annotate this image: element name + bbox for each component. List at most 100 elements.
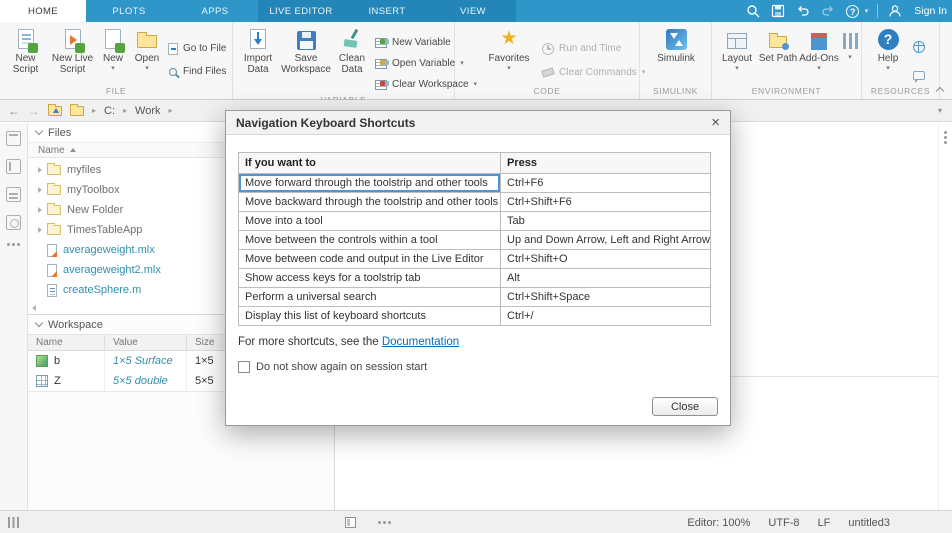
- breadcrumb-drive[interactable]: C:: [104, 105, 115, 117]
- plots-panel-icon[interactable]: [6, 215, 21, 230]
- request-support-button[interactable]: [910, 66, 928, 85]
- table-row[interactable]: Display this list of keyboard shortcuts …: [239, 307, 711, 326]
- favorites-button[interactable]: ★ Favorites ▾: [485, 25, 533, 72]
- go-to-file-button[interactable]: Go to File: [165, 39, 229, 58]
- new-live-script-button[interactable]: New Live Script: [48, 25, 97, 75]
- tab-view[interactable]: VIEW: [430, 0, 516, 22]
- script-file-icon: [47, 284, 57, 297]
- save-icon[interactable]: [770, 3, 786, 19]
- table-row[interactable]: Move into a tool Tab: [239, 212, 711, 231]
- back-button[interactable]: ←: [8, 100, 20, 122]
- shortcut-action[interactable]: Display this list of keyboard shortcuts: [239, 307, 501, 326]
- simulink-button[interactable]: Simulink: [652, 25, 700, 64]
- open-button[interactable]: Open ▾: [129, 25, 165, 72]
- more-status-icon[interactable]: [378, 521, 381, 524]
- table-row[interactable]: Move between code and output in the Live…: [239, 250, 711, 269]
- shortcut-action[interactable]: Show access keys for a toolstrip tab: [239, 269, 501, 288]
- table-row[interactable]: Move forward through the toolstrip and o…: [239, 174, 711, 193]
- community-button[interactable]: [910, 37, 928, 56]
- new-script-button[interactable]: New Script: [3, 25, 48, 75]
- table-row[interactable]: Show access keys for a toolstrip tab Alt: [239, 269, 711, 288]
- add-ons-button[interactable]: Add-Ons ▾: [799, 25, 839, 72]
- open-variable-icon: [375, 59, 387, 69]
- editor-zoom-level[interactable]: Editor: 100%: [687, 517, 750, 529]
- shortcut-action[interactable]: Move between code and output in the Live…: [239, 250, 501, 269]
- right-gutter: [938, 123, 952, 510]
- section-label-file: FILE: [0, 85, 232, 99]
- section-label-simulink: SIMULINK: [640, 85, 711, 99]
- tab-plots[interactable]: PLOTS: [86, 0, 172, 22]
- line-ending[interactable]: LF: [818, 517, 831, 529]
- import-data-button[interactable]: Import Data: [236, 25, 280, 75]
- layout-button[interactable]: Layout ▾: [717, 25, 757, 72]
- find-files-icon: [169, 68, 177, 76]
- clear-commands-button[interactable]: Clear Commands ▾: [539, 63, 648, 82]
- file-encoding[interactable]: UTF-8: [768, 517, 799, 529]
- forward-button[interactable]: →: [28, 100, 40, 122]
- expand-chevron-icon[interactable]: [38, 187, 42, 193]
- files-panel-icon[interactable]: [6, 131, 21, 146]
- set-path-button[interactable]: Set Path: [757, 25, 799, 64]
- scroll-left-icon[interactable]: [32, 305, 36, 311]
- panel-toggle-icon[interactable]: [345, 517, 356, 528]
- clean-data-button[interactable]: Clean Data: [332, 25, 372, 75]
- parallel-button[interactable]: ▾: [839, 25, 861, 61]
- run-and-time-button[interactable]: Run and Time: [539, 39, 648, 58]
- add-ons-label: Add-Ons: [799, 53, 838, 64]
- redo-icon[interactable]: [820, 3, 836, 19]
- shortcut-action[interactable]: Move between the controls within a tool: [239, 231, 501, 250]
- table-row[interactable]: Perform a universal search Ctrl+Shift+Sp…: [239, 288, 711, 307]
- save-workspace-button[interactable]: Save Workspace: [280, 25, 332, 75]
- dont-show-again-checkbox[interactable]: [238, 361, 250, 373]
- layout-grip-icon[interactable]: [8, 517, 19, 528]
- new-live-script-icon: [65, 29, 81, 49]
- tree-item-label: TimesTableApp: [67, 224, 142, 236]
- tab-apps[interactable]: APPS: [172, 0, 258, 22]
- help-button[interactable]: ? Help ▾: [870, 25, 906, 72]
- open-label: Open: [135, 53, 159, 64]
- shortcut-keys: Ctrl+F6: [501, 174, 711, 193]
- new-button[interactable]: New ▾: [97, 25, 129, 72]
- collapse-files-icon[interactable]: [35, 127, 43, 135]
- collapse-workspace-icon[interactable]: [35, 319, 43, 327]
- documentation-link[interactable]: Documentation: [382, 336, 459, 348]
- ribbon-section-code: ★ Favorites ▾ Run and Time Clear Command…: [455, 22, 640, 99]
- tree-item-label: New Folder: [67, 204, 123, 216]
- breadcrumb-folder[interactable]: Work: [135, 105, 160, 117]
- panel-handle-icon[interactable]: [944, 131, 947, 134]
- shortcut-action[interactable]: Move into a tool: [239, 212, 501, 231]
- sign-in-link[interactable]: Sign In: [914, 5, 947, 17]
- expand-chevron-icon[interactable]: [38, 167, 42, 173]
- find-files-button[interactable]: Find Files: [165, 62, 229, 81]
- close-button[interactable]: Close: [652, 397, 718, 416]
- shortcut-action[interactable]: Move forward through the toolstrip and o…: [239, 174, 501, 193]
- column-name: Name: [28, 335, 105, 350]
- dialog-titlebar[interactable]: Navigation Keyboard Shortcuts ×: [226, 111, 730, 135]
- properties-panel-icon[interactable]: [6, 187, 21, 202]
- expand-chevron-icon[interactable]: [38, 227, 42, 233]
- close-icon[interactable]: ×: [711, 115, 720, 130]
- help-label: Help: [878, 53, 899, 64]
- surface-variable-icon: [36, 355, 48, 367]
- more-panels-icon[interactable]: [7, 243, 10, 246]
- help-icon[interactable]: ?: [845, 3, 861, 19]
- tab-live-editor[interactable]: LIVE EDITOR: [258, 0, 344, 22]
- table-row[interactable]: Move backward through the toolstrip and …: [239, 193, 711, 212]
- simulink-icon: [666, 29, 687, 50]
- table-row[interactable]: Move between the controls within a tool …: [239, 231, 711, 250]
- set-path-icon: [769, 36, 787, 48]
- recent-folders-caret-icon[interactable]: ▾: [938, 106, 942, 115]
- breadcrumb-separator-icon: ▸: [92, 106, 96, 115]
- tab-insert[interactable]: INSERT: [344, 0, 430, 22]
- profile-icon[interactable]: [887, 3, 903, 19]
- workspace-panel-icon[interactable]: [6, 159, 21, 174]
- new-label: New: [103, 53, 123, 64]
- breadcrumb-separator-icon: ▸: [123, 106, 127, 115]
- undo-icon[interactable]: [795, 3, 811, 19]
- search-icon[interactable]: [745, 3, 761, 19]
- shortcut-action[interactable]: Move backward through the toolstrip and …: [239, 193, 501, 212]
- tab-home[interactable]: HOME: [0, 0, 86, 22]
- shortcut-action[interactable]: Perform a universal search: [239, 288, 501, 307]
- up-one-level-icon[interactable]: [48, 106, 62, 116]
- expand-chevron-icon[interactable]: [38, 207, 42, 213]
